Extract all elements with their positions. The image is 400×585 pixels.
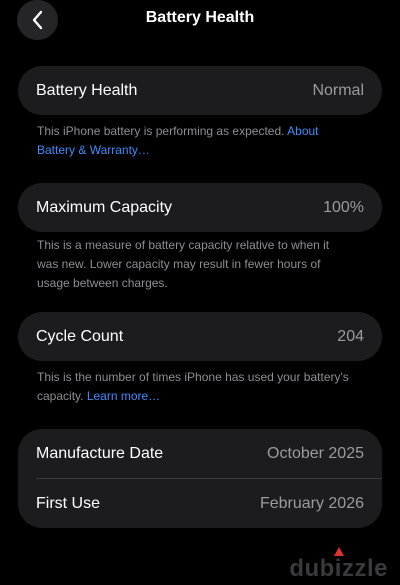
battery-health-footnote: This iPhone battery is performing as exp… [37,122,357,160]
battery-health-value: Normal [312,81,364,99]
maximum-capacity-footnote: This is a measure of battery capacity re… [37,238,330,290]
maximum-capacity-label: Maximum Capacity [36,198,173,216]
dates-card: Manufacture Date October 2025 First Use … [18,429,382,528]
battery-health-row: Battery Health Normal [18,66,382,115]
cycle-count-label: Cycle Count [36,327,124,345]
cycle-count-footnote-text: This is the number of times iPhone has u… [37,370,349,403]
learn-more-link[interactable]: Learn more… [87,389,160,403]
first-use-label: First Use [36,494,100,512]
watermark: dubizzle [289,555,388,582]
manufacture-date-value: October 2025 [267,444,364,462]
cycle-count-card: Cycle Count 204 [18,312,382,361]
maximum-capacity-card: Maximum Capacity 100% [18,183,382,232]
maximum-capacity-row: Maximum Capacity 100% [18,183,382,232]
cycle-count-row: Cycle Count 204 [18,312,382,361]
battery-health-label: Battery Health [36,81,138,99]
page-title: Battery Health [145,9,255,26]
manufacture-date-row: Manufacture Date October 2025 [18,429,382,478]
battery-health-footnote-text: This iPhone battery is performing as exp… [37,124,285,138]
battery-health-card: Battery Health Normal [18,66,382,115]
first-use-value: February 2026 [259,494,364,512]
cycle-count-value: 204 [337,327,364,345]
cycle-count-footnote: This is the number of times iPhone has u… [37,368,357,406]
manufacture-date-label: Manufacture Date [36,444,164,462]
navigation-bar: Battery Health [0,0,400,44]
first-use-row: First Use February 2026 [18,479,382,528]
maximum-capacity-value: 100% [323,198,364,216]
